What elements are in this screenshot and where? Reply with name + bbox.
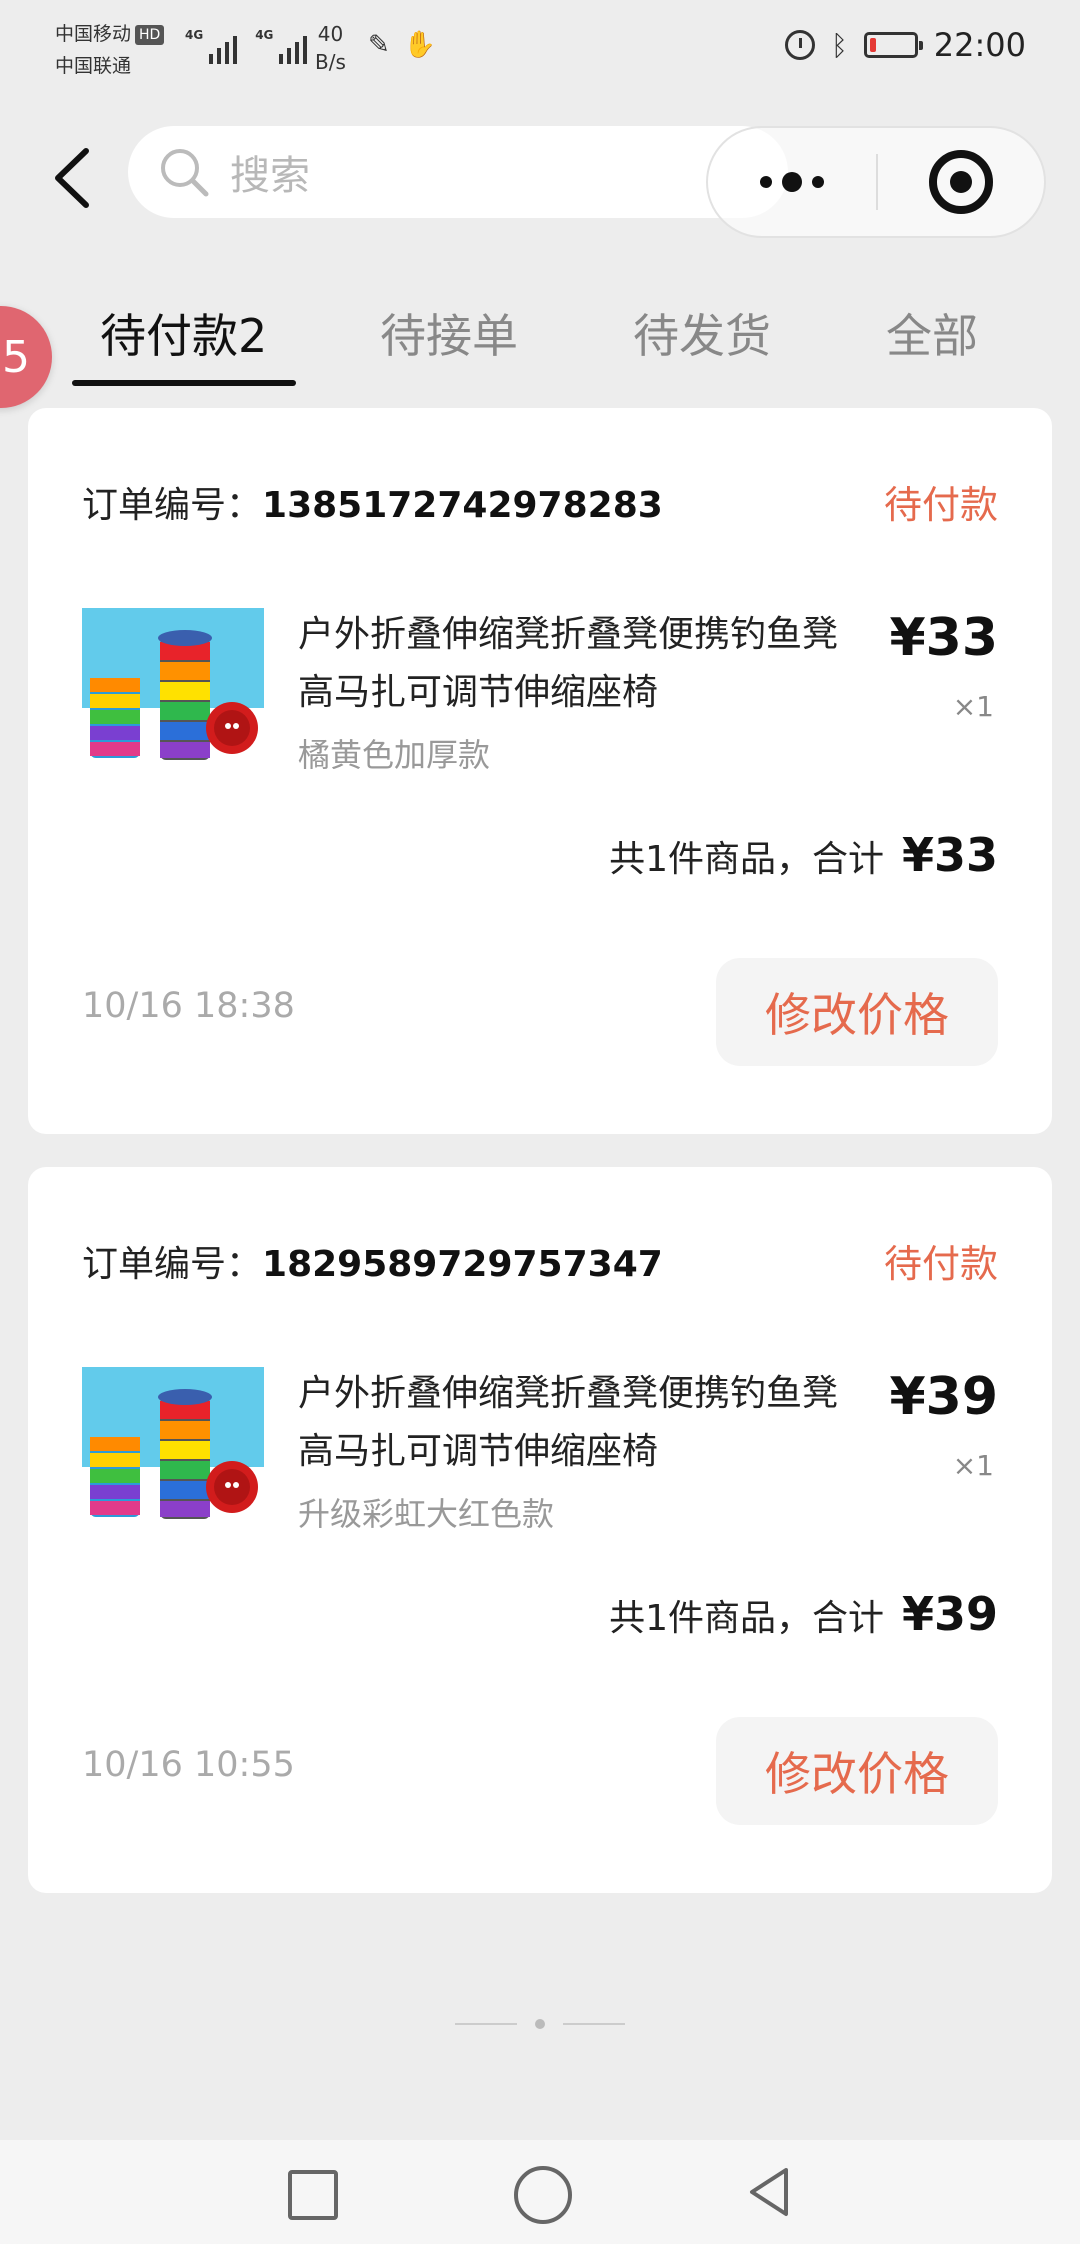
order-tabs: 待付款2 待接单 待发货 全部: [0, 290, 1080, 390]
order-total: 共1件商品，合计 ¥39: [609, 1587, 998, 1641]
carrier-info: 中国移动 HD 中国联通: [55, 18, 165, 82]
signal-gen-label: 4G: [255, 28, 274, 42]
signal-icon: 4G: [255, 28, 308, 64]
notification-icons: ✎ ✋: [368, 30, 436, 60]
back-icon: [55, 148, 89, 208]
battery-level: [869, 38, 876, 52]
signal-gen-label: 4G: [185, 28, 204, 42]
close-button[interactable]: [878, 128, 1044, 236]
net-speed-value: 40: [317, 22, 344, 46]
order-total-amount: ¥33: [901, 828, 998, 882]
signal-indicators: 4G 4G: [185, 28, 308, 64]
order-number-row: 订单编号：1385172742978283: [82, 476, 663, 528]
carrier-1: 中国移动: [55, 23, 132, 45]
system-nav-bar: [0, 2140, 1080, 2244]
order-card[interactable]: 订单编号：1829589729757347 待付款 户外折叠伸缩凳折叠凳便携钓鱼…: [28, 1167, 1052, 1893]
more-icon: [760, 176, 772, 188]
net-speed-unit: B/s: [315, 50, 346, 74]
home-icon[interactable]: [512, 2164, 572, 2224]
right-status: ᛒ 22:00: [784, 26, 1026, 64]
bluetooth-icon: ᛒ: [830, 28, 848, 62]
order-total: 共1件商品，合计 ¥33: [609, 828, 998, 882]
hand-notification-icon: ✋: [403, 30, 437, 60]
product-title[interactable]: 户外折叠伸缩凳折叠凳便携钓鱼凳高马扎可调节伸缩座椅: [298, 1365, 868, 1481]
product-price: ¥39: [889, 1367, 998, 1427]
back-triangle: [750, 2168, 788, 2216]
alarm-icon: [784, 30, 815, 60]
tab-all[interactable]: 全部: [886, 300, 978, 366]
modify-price-button[interactable]: 修改价格: [716, 1717, 998, 1825]
order-card[interactable]: 订单编号：1385172742978283 待付款 户外折叠伸缩凳折叠凳便携钓鱼…: [28, 408, 1052, 1134]
tab-pending-accept[interactable]: 待接单: [380, 300, 518, 366]
order-number-label: 订单编号：: [82, 1244, 263, 1285]
more-icon-dot: [812, 176, 824, 188]
product-variant: 升级彩虹大红色款: [298, 1495, 555, 1533]
clock: 22:00: [933, 26, 1026, 64]
page-indicator-line: [563, 2023, 625, 2025]
order-total-label: 共1件商品，合计: [609, 839, 884, 880]
product-image[interactable]: [82, 1367, 264, 1525]
app-notification-icon: ✎: [368, 30, 390, 60]
product-variant: 橘黄色加厚款: [298, 736, 491, 774]
product-price: ¥33: [889, 608, 998, 668]
carrier-2: 中国联通: [55, 55, 132, 77]
order-number: 1385172742978283: [262, 485, 663, 526]
order-number-row: 订单编号：1829589729757347: [82, 1235, 663, 1287]
order-number-label: 订单编号：: [82, 485, 263, 526]
back-nav-icon[interactable]: [742, 2164, 798, 2220]
network-speed: 40 B/s: [315, 20, 346, 76]
tab-pending-payment[interactable]: 待付款2: [100, 300, 267, 366]
hd-badge: HD: [135, 24, 165, 45]
product-image[interactable]: [82, 608, 264, 766]
folding-stool-image: [82, 1367, 264, 1525]
search-icon: [161, 149, 209, 197]
order-status: 待付款: [883, 1242, 998, 1286]
product-quantity: ×1: [952, 690, 994, 723]
mini-program-capsule: [706, 126, 1046, 238]
recent-apps-icon[interactable]: [282, 2164, 338, 2220]
search-placeholder: 搜索: [230, 153, 310, 199]
search-input[interactable]: 搜索: [128, 126, 788, 218]
tab-pending-shipment[interactable]: 待发货: [633, 300, 771, 366]
signal-icon: 4G: [185, 28, 238, 64]
page-indicator-dot: [535, 2019, 545, 2029]
order-status: 待付款: [883, 483, 998, 527]
order-total-amount: ¥39: [901, 1587, 998, 1641]
active-tab-indicator: [72, 380, 296, 386]
back-button[interactable]: [48, 145, 98, 211]
product-quantity: ×1: [952, 1449, 994, 1482]
order-time: 10/16 18:38: [82, 986, 295, 1026]
order-number: 1829589729757347: [262, 1244, 663, 1285]
battery-icon: [863, 32, 923, 58]
order-total-label: 共1件商品，合计: [609, 1598, 884, 1639]
order-time: 10/16 10:55: [82, 1745, 295, 1785]
status-bar: 中国移动 HD 中国联通 4G 4G 40 B/s ✎ ✋ ᛒ 22:00: [0, 0, 1080, 100]
folding-stool-image: [82, 608, 264, 766]
close-target-icon: [929, 150, 993, 214]
page-indicator-line: [455, 2023, 517, 2025]
modify-price-button[interactable]: 修改价格: [716, 958, 998, 1066]
page-indicator: [455, 2016, 625, 2032]
more-icon-center: [782, 172, 802, 192]
more-button[interactable]: [708, 128, 876, 236]
product-title[interactable]: 户外折叠伸缩凳折叠凳便携钓鱼凳高马扎可调节伸缩座椅: [298, 606, 868, 722]
